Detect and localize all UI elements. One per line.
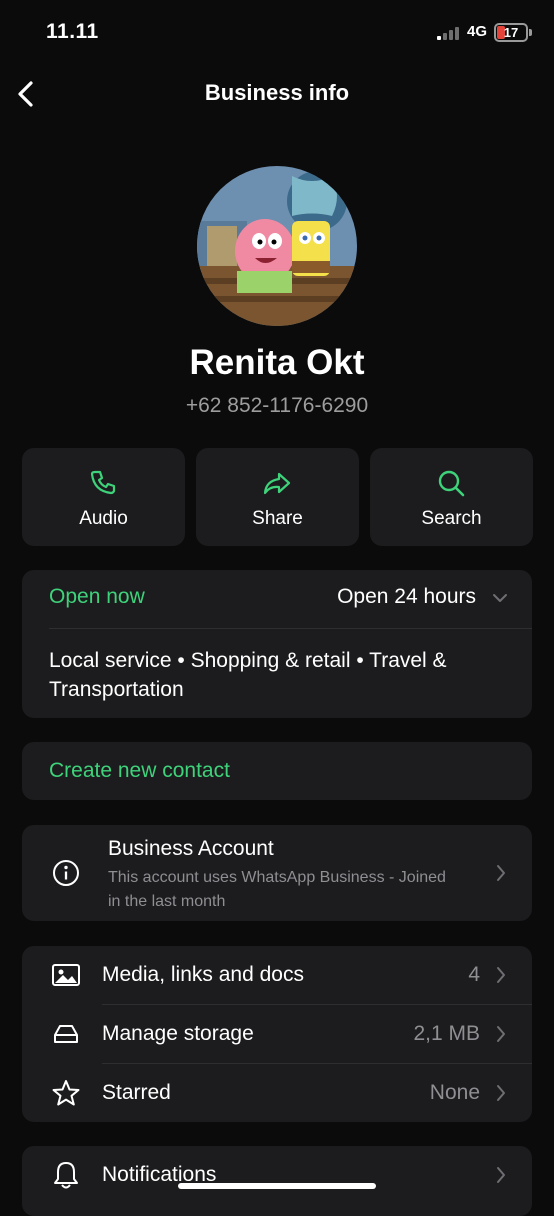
status-bar: 11.11 4G 17 bbox=[0, 0, 554, 66]
battery-tip bbox=[529, 29, 532, 36]
battery-level: 17 bbox=[503, 25, 519, 40]
battery-icon: 17 bbox=[494, 23, 528, 42]
open-status: Open now bbox=[49, 585, 145, 608]
hours-value[interactable]: Open 24 hours bbox=[337, 585, 476, 609]
manage-storage-row[interactable]: Manage storage 2,1 MB bbox=[22, 1005, 532, 1063]
home-indicator[interactable] bbox=[178, 1183, 376, 1189]
business-categories: Local service • Shopping & retail • Trav… bbox=[49, 649, 447, 701]
share-button[interactable]: Share bbox=[196, 448, 359, 546]
chevron-right-icon bbox=[497, 1085, 505, 1101]
create-contact-label: Create new contact bbox=[49, 759, 230, 782]
chevron-right-icon bbox=[497, 967, 505, 983]
search-icon bbox=[438, 470, 465, 497]
image-icon bbox=[52, 964, 80, 986]
bell-icon bbox=[54, 1162, 78, 1189]
avatar[interactable] bbox=[197, 166, 357, 326]
create-contact-button[interactable]: Create new contact bbox=[22, 742, 532, 800]
share-icon bbox=[263, 472, 291, 495]
share-label: Share bbox=[252, 508, 303, 529]
page-title: Business info bbox=[204, 80, 350, 105]
search-label: Search bbox=[421, 508, 482, 529]
chevron-right-icon bbox=[497, 865, 505, 881]
phone-icon bbox=[90, 470, 116, 495]
media-links-docs-row[interactable]: Media, links and docs 4 bbox=[22, 946, 532, 1004]
audio-label: Audio bbox=[79, 508, 128, 529]
notifications-row[interactable]: Notifications bbox=[22, 1146, 532, 1216]
storage-size: 2,1 MB bbox=[413, 1022, 480, 1045]
divider bbox=[49, 628, 532, 629]
signal-icon bbox=[437, 27, 459, 40]
search-button[interactable]: Search bbox=[370, 448, 533, 546]
chevron-right-icon bbox=[497, 1167, 505, 1183]
storage-icon bbox=[54, 1025, 78, 1043]
star-icon bbox=[52, 1080, 80, 1106]
audio-button[interactable]: Audio bbox=[22, 448, 185, 546]
starred-value: None bbox=[429, 1081, 480, 1104]
contact-phone: +62 852-1176-6290 bbox=[185, 394, 369, 417]
media-count: 4 bbox=[468, 963, 480, 986]
chevron-right-icon bbox=[497, 1026, 505, 1042]
business-account-row[interactable]: Business Account This account uses Whats… bbox=[22, 825, 532, 921]
media-settings-card: Media, links and docs 4 Manage storage 2… bbox=[22, 946, 532, 1122]
contact-name: Renita Okt bbox=[189, 343, 365, 382]
network-type: 4G bbox=[467, 23, 488, 40]
chevron-down-icon[interactable] bbox=[492, 592, 508, 604]
business-account-title: Business Account bbox=[108, 837, 274, 860]
starred-row[interactable]: Starred None bbox=[22, 1064, 532, 1122]
starred-label: Starred bbox=[102, 1081, 171, 1104]
status-time: 11.11 bbox=[46, 20, 99, 43]
business-hours-card: Open now Open 24 hours Local service • S… bbox=[22, 570, 532, 718]
business-account-subtitle: This account uses WhatsApp Business - Jo… bbox=[108, 869, 446, 910]
media-label: Media, links and docs bbox=[102, 963, 304, 986]
info-icon bbox=[53, 860, 79, 886]
storage-label: Manage storage bbox=[102, 1022, 254, 1045]
